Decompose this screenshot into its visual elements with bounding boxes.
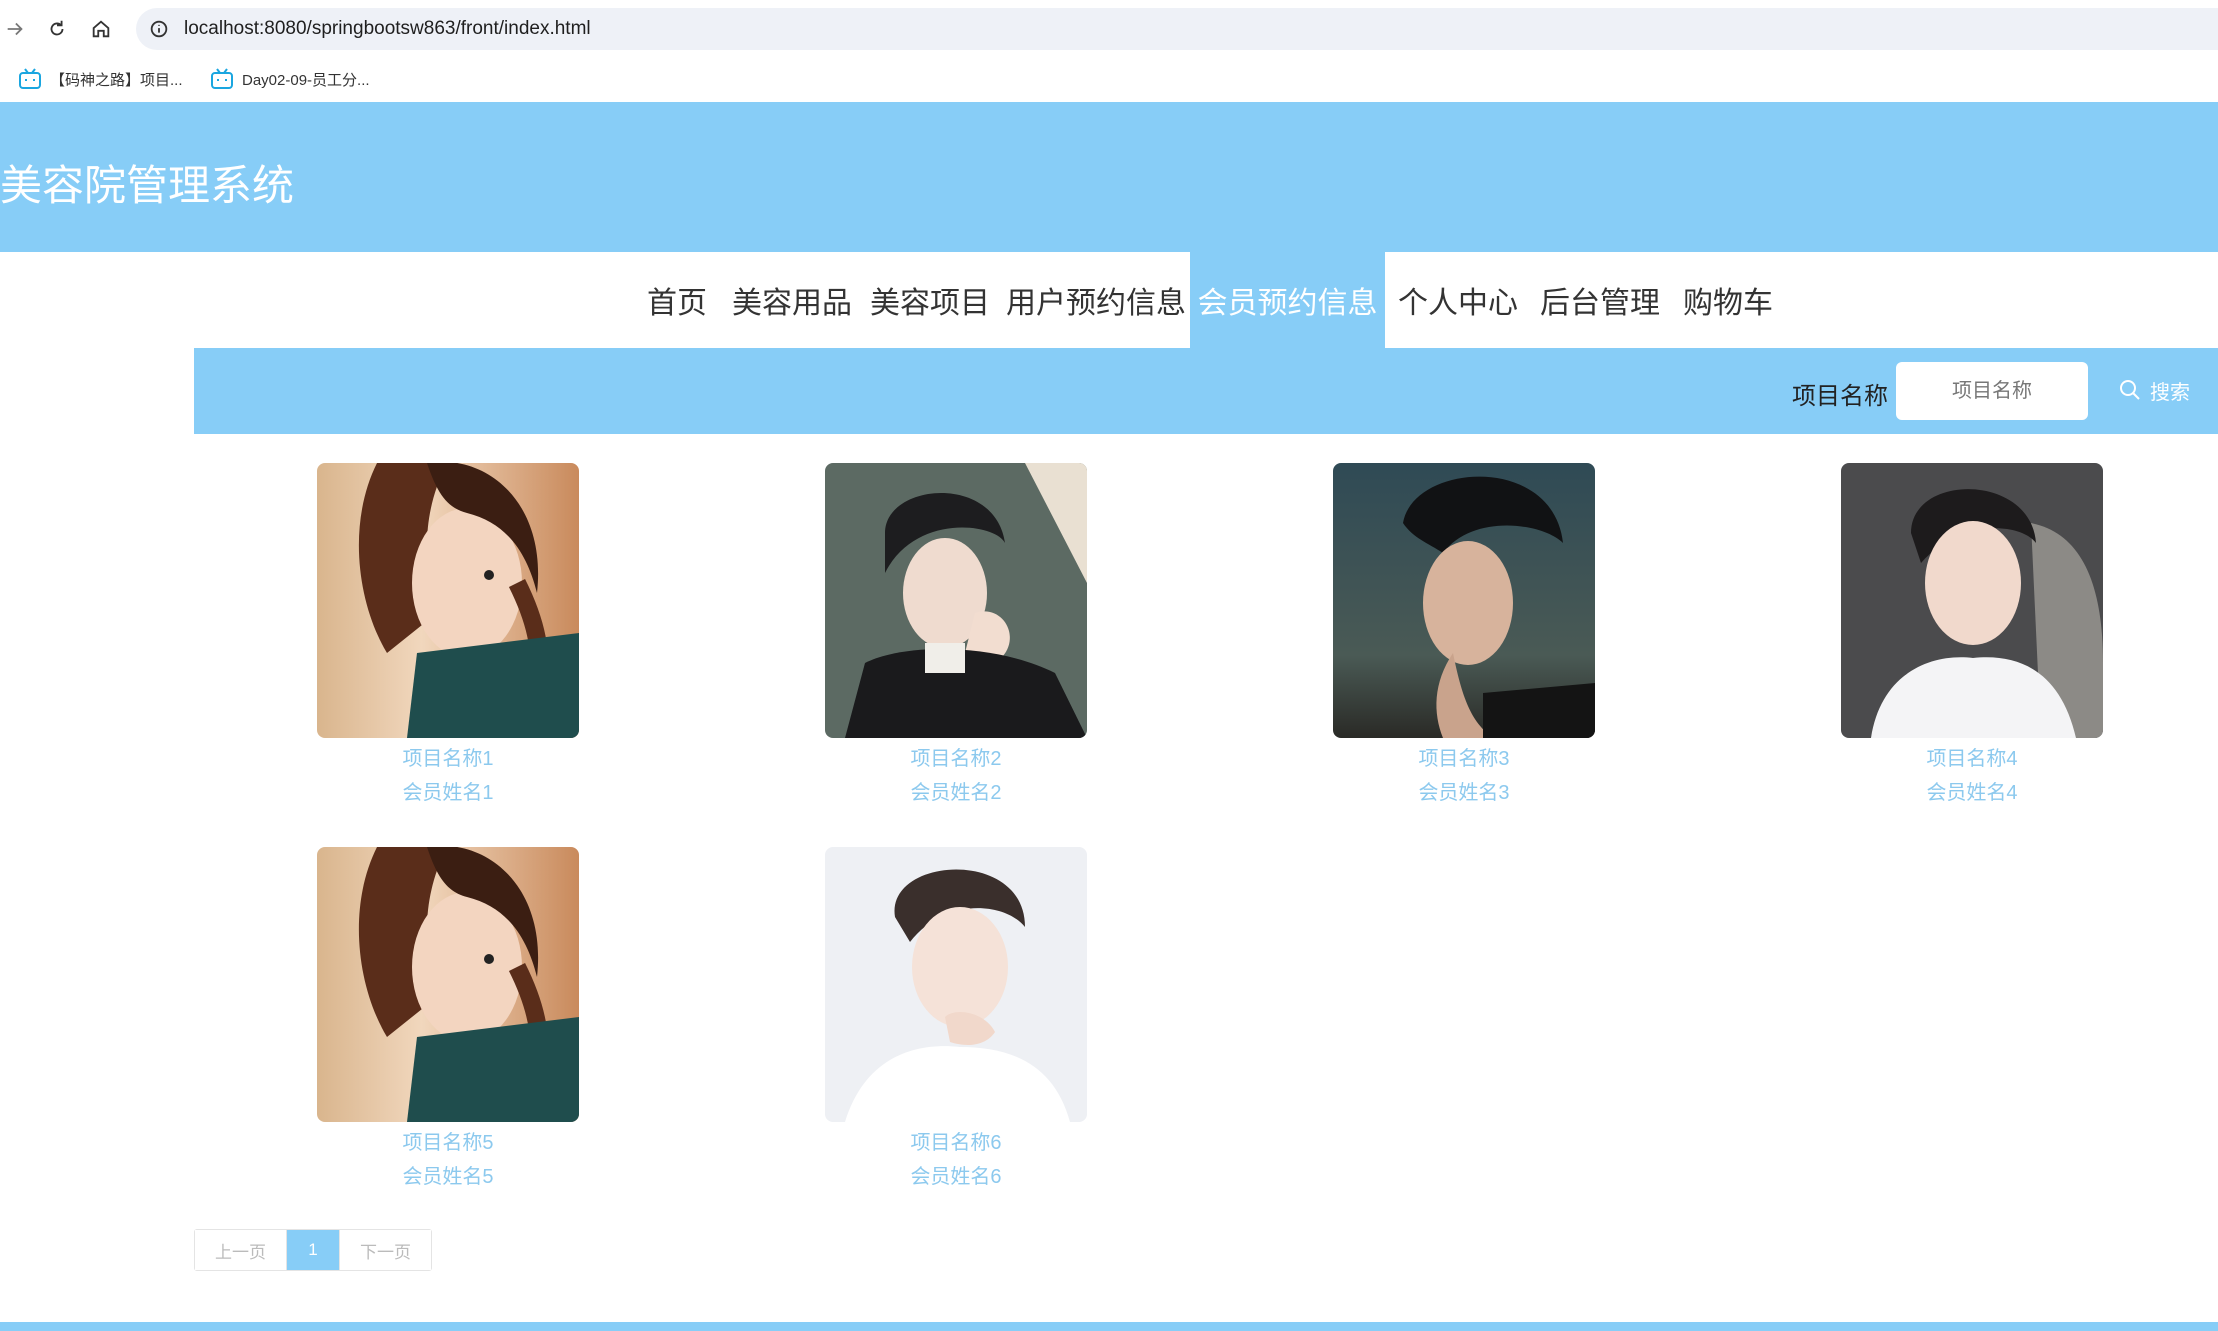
pagination: 上一页 1 下一页	[194, 1229, 432, 1271]
project-name[interactable]: 项目名称3	[1333, 742, 1595, 776]
bookmark-item-2[interactable]: Day02-09-员工分...	[210, 68, 370, 90]
project-photo[interactable]	[317, 847, 579, 1122]
search-icon	[2120, 380, 2140, 400]
project-name[interactable]: 项目名称1	[317, 742, 579, 776]
bookmark-label: Day02-09-员工分...	[242, 71, 370, 89]
project-card: 项目名称5 会员姓名5	[317, 847, 579, 1194]
main-nav: 首页 美容用品 美容项目 用户预约信息 会员预约信息 个人中心 后台管理 购物车	[0, 252, 2218, 348]
member-name: 会员姓名3	[1418, 782, 1510, 804]
forward-arrow-icon[interactable]	[0, 14, 30, 44]
nav-item-beauty-projects[interactable]: 美容项目	[866, 252, 994, 348]
nav-item-user-booking[interactable]: 用户预约信息	[1004, 252, 1188, 348]
project-photo[interactable]	[317, 463, 579, 738]
bookmark-item-1[interactable]: 【码神之路】项目...	[18, 68, 183, 90]
project-name[interactable]: 项目名称4	[1841, 742, 2103, 776]
project-photo[interactable]	[825, 847, 1087, 1122]
nav-item-member-booking[interactable]: 会员预约信息	[1190, 252, 1385, 348]
project-name[interactable]: 项目名称6	[825, 1126, 1087, 1160]
member-name: 会员姓名6	[910, 1166, 1002, 1188]
project-card: 项目名称6 会员姓名6	[825, 847, 1087, 1194]
page-number-current[interactable]: 1	[287, 1230, 339, 1270]
member-name: 会员姓名2	[910, 782, 1002, 804]
nav-item-admin[interactable]: 后台管理	[1536, 252, 1664, 348]
search-input[interactable]	[1896, 362, 2088, 420]
nav-item-home[interactable]: 首页	[640, 252, 714, 348]
search-button-label: 搜索	[2150, 381, 2190, 404]
nav-item-cart[interactable]: 购物车	[1678, 252, 1778, 348]
member-name: 会员姓名1	[402, 782, 494, 804]
member-name: 会员姓名5	[402, 1166, 494, 1188]
search-button[interactable]: 搜索	[2118, 372, 2190, 408]
project-photo[interactable]	[1333, 463, 1595, 738]
home-icon[interactable]	[86, 14, 116, 44]
project-card: 项目名称1 会员姓名1	[317, 463, 579, 810]
footer-bar	[0, 1322, 2218, 1331]
bookmark-label: 【码神之路】项目...	[50, 71, 183, 89]
prev-page-button[interactable]: 上一页	[195, 1230, 287, 1270]
next-page-button[interactable]: 下一页	[339, 1230, 431, 1270]
site-header: 美容院管理系统	[0, 102, 2218, 252]
bilibili-icon	[19, 68, 41, 89]
nav-item-personal-center[interactable]: 个人中心	[1394, 252, 1522, 348]
bookmarks-bar: 【码神之路】项目... Day02-09-员工分...	[0, 58, 2218, 144]
project-card: 项目名称4 会员姓名4	[1841, 463, 2103, 810]
address-url: localhost:8080/springbootsw863/front/ind…	[184, 18, 591, 39]
project-photo[interactable]	[1841, 463, 2103, 738]
project-name[interactable]: 项目名称2	[825, 742, 1087, 776]
site-info-icon[interactable]	[148, 18, 170, 40]
reload-icon[interactable]	[42, 14, 72, 44]
address-bar[interactable]: localhost:8080/springbootsw863/front/ind…	[136, 8, 2218, 50]
project-card: 项目名称2 会员姓名2	[825, 463, 1087, 810]
search-label: 项目名称	[1792, 383, 1888, 410]
project-card: 项目名称3 会员姓名3	[1333, 463, 1595, 810]
site-title: 美容院管理系统	[0, 162, 295, 209]
member-name: 会员姓名4	[1926, 782, 2018, 804]
bilibili-icon	[211, 68, 233, 89]
project-name[interactable]: 项目名称5	[317, 1126, 579, 1160]
nav-item-beauty-products[interactable]: 美容用品	[728, 252, 856, 348]
browser-toolbar: localhost:8080/springbootsw863/front/ind…	[0, 0, 2218, 58]
search-bar: 项目名称 搜索	[194, 348, 2218, 434]
project-photo[interactable]	[825, 463, 1087, 738]
